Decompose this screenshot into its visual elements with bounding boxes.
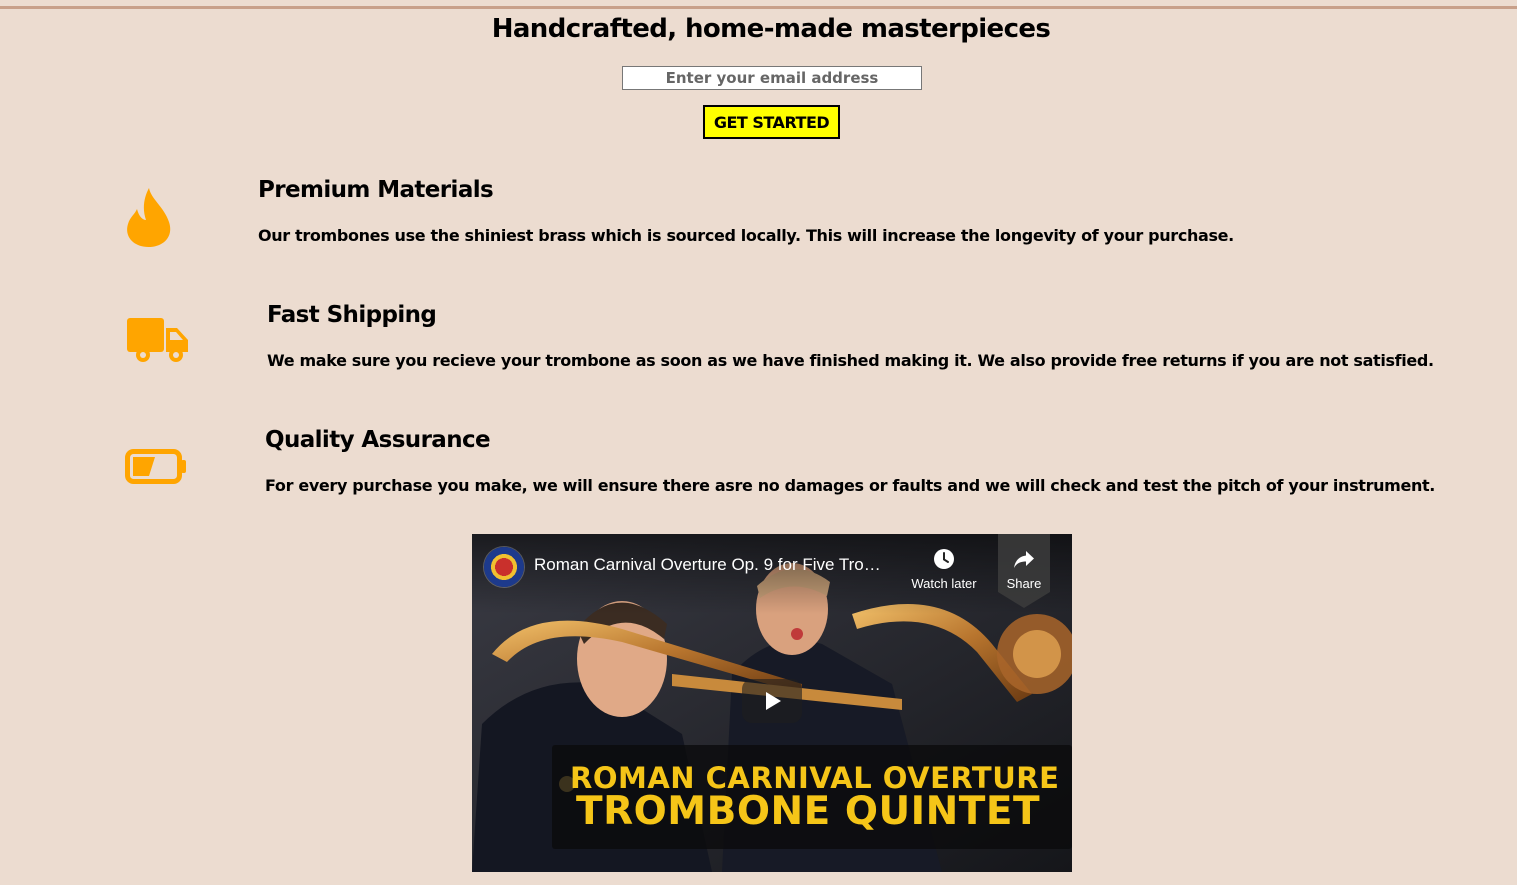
email-input[interactable] xyxy=(622,66,922,90)
top-divider xyxy=(0,6,1517,9)
feature-description-premium-materials: Our trombones use the shiniest brass whi… xyxy=(258,226,1234,245)
video-title-banner: ROMAN CARNIVAL OVERTURE TROMBONE QUINTET xyxy=(552,745,1072,849)
battery-half-icon xyxy=(125,449,186,484)
feature-description-quality-assurance: For every purchase you make, we will ens… xyxy=(265,476,1436,495)
feature-title-premium-materials: Premium Materials xyxy=(258,177,494,203)
watch-later-button[interactable]: Watch later xyxy=(904,548,984,591)
feature-title-quality-assurance: Quality Assurance xyxy=(265,427,491,453)
feature-description-fast-shipping: We make sure you recieve your trombone a… xyxy=(267,351,1434,370)
channel-avatar[interactable] xyxy=(484,547,524,587)
clock-icon xyxy=(934,549,954,569)
video-title[interactable]: Roman Carnival Overture Op. 9 for Five T… xyxy=(534,555,881,575)
fire-icon xyxy=(127,188,171,247)
video-embed[interactable]: Roman Carnival Overture Op. 9 for Five T… xyxy=(472,534,1072,872)
get-started-button[interactable]: GET STARTED xyxy=(703,105,840,139)
play-icon[interactable] xyxy=(742,679,802,723)
feature-title-fast-shipping: Fast Shipping xyxy=(267,302,437,328)
watch-later-label: Watch later xyxy=(911,576,977,591)
banner-line-2: TROMBONE QUINTET xyxy=(576,789,1041,834)
share-arrow-icon xyxy=(1014,551,1034,568)
share-button[interactable]: Share xyxy=(998,534,1050,608)
hero-title: Handcrafted, home-made masterpieces xyxy=(491,14,1051,44)
truck-icon xyxy=(127,318,188,362)
share-label: Share xyxy=(1006,576,1042,591)
